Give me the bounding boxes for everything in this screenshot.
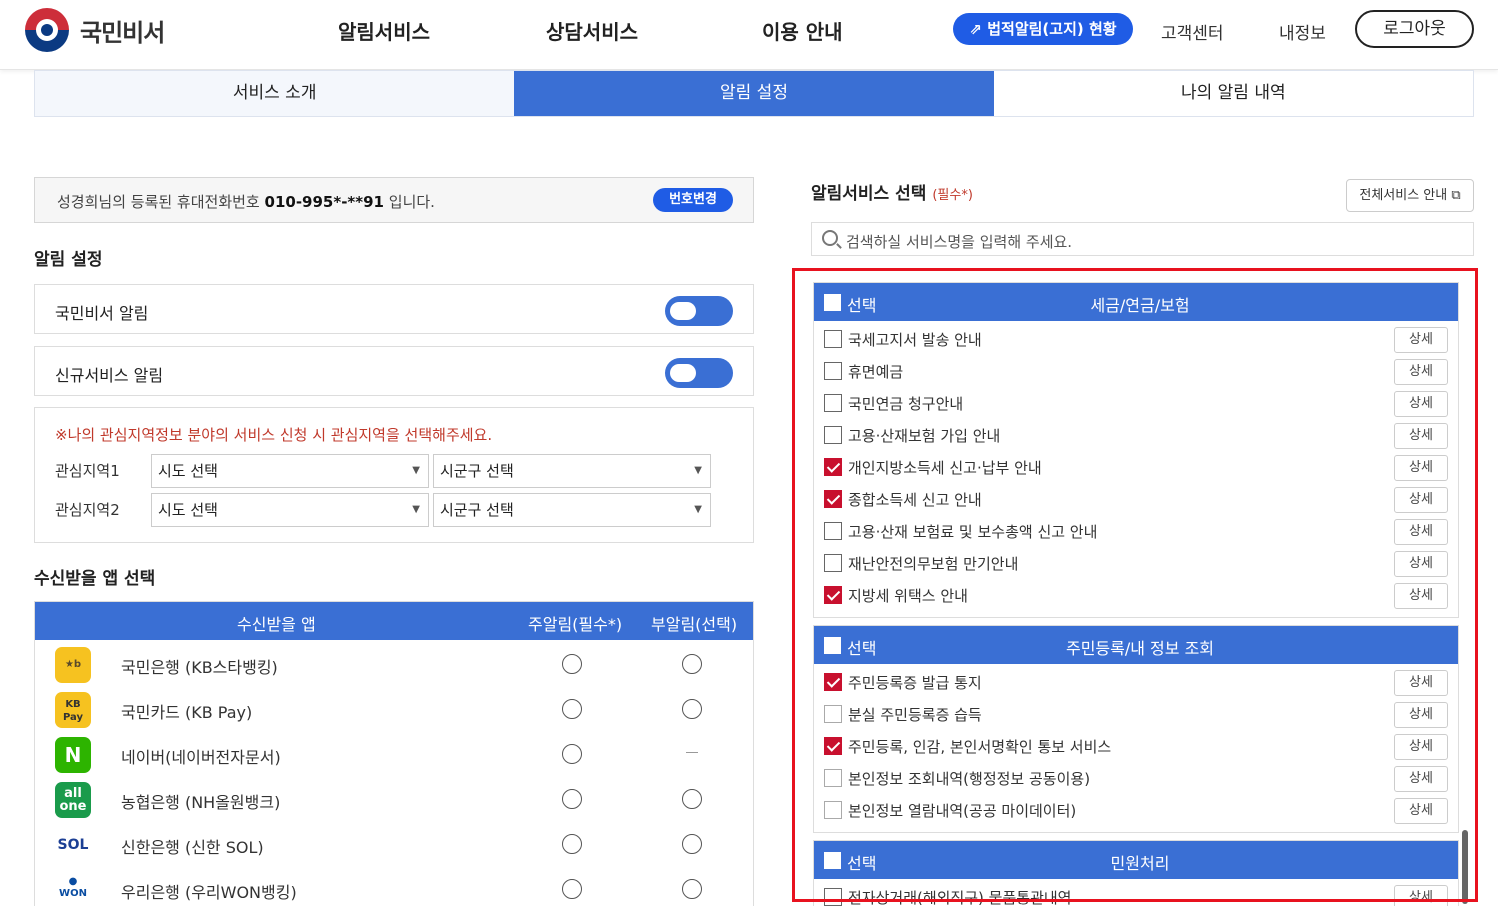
- top-header: 국민비서 알림서비스 상담서비스 이용 안내 ⇗ 법적알림(고지) 현황 고객센…: [0, 0, 1498, 70]
- naver-icon: N: [55, 737, 91, 773]
- tab-alarm-setting[interactable]: 알림 설정: [514, 71, 994, 116]
- table-row: all one 농협은행 (NH올원뱅크): [35, 777, 753, 822]
- app-name: 농협은행 (NH올원뱅크): [121, 793, 281, 812]
- app-name: 국민은행 (KB스타뱅킹): [121, 658, 278, 677]
- sub-alarm-radio[interactable]: [682, 834, 702, 854]
- nav-notification-service[interactable]: 알림서비스: [338, 16, 430, 45]
- app-table: 수신받을 앱 주알림(필수*) 부알림(선택) ★b 국민은행 (KB스타뱅킹)…: [34, 601, 754, 906]
- sigungu-select-2[interactable]: 시군구 선택 ▼: [433, 493, 711, 527]
- region-label-2: 관심지역2: [55, 501, 120, 519]
- sigungu-select-1[interactable]: 시군구 선택 ▼: [433, 454, 711, 488]
- chevron-down-icon: ▼: [412, 465, 420, 476]
- region-note: ※나의 관심지역정보 분야의 서비스 신청 시 관심지역을 선택해주세요.: [55, 426, 493, 444]
- sub-alarm-radio[interactable]: [682, 789, 702, 809]
- main-alarm-radio[interactable]: [562, 654, 582, 674]
- main-alarm-radio[interactable]: [562, 744, 582, 764]
- main-alarm-radio[interactable]: [562, 789, 582, 809]
- col-sub-alarm: 부알림(선택): [651, 615, 738, 634]
- table-row: ● WON 우리은행 (우리WON뱅킹): [35, 867, 753, 906]
- toggle-row-new-service: 신규서비스 알림: [34, 346, 754, 396]
- sido-select-2[interactable]: 시도 선택 ▼: [151, 493, 429, 527]
- chevron-down-icon: ▼: [694, 465, 702, 476]
- table-row: SOL 신한은행 (신한 SOL): [35, 822, 753, 867]
- logout-button[interactable]: 로그아웃: [1355, 10, 1474, 48]
- main-alarm-radio[interactable]: [562, 879, 582, 899]
- app-table-header: 수신받을 앱 주알림(필수*) 부알림(선택): [35, 602, 753, 640]
- sub-tabs: 서비스 소개 알림 설정 나의 알림 내역: [34, 70, 1474, 117]
- shinhan-sol-icon: SOL: [55, 827, 91, 863]
- table-row: N 네이버(네이버전자문서): [35, 732, 753, 777]
- sub-alarm-radio[interactable]: [682, 699, 702, 719]
- kukmin-alarm-switch[interactable]: [665, 296, 733, 326]
- table-row: ★b 국민은행 (KB스타뱅킹): [35, 642, 753, 687]
- kb-star-icon: ★b: [55, 647, 91, 683]
- region-label-1: 관심지역1: [55, 462, 120, 480]
- sub-alarm-radio[interactable]: [682, 879, 702, 899]
- tab-my-alarm-history[interactable]: 나의 알림 내역: [993, 71, 1473, 116]
- col-main-alarm: 주알림(필수*): [528, 615, 623, 634]
- sido-select-1[interactable]: 시도 선택 ▼: [151, 454, 429, 488]
- main-alarm-radio[interactable]: [562, 699, 582, 719]
- change-number-button[interactable]: 번호변경: [653, 188, 733, 212]
- nh-allone-icon: all one: [55, 782, 91, 818]
- col-app: 수신받을 앱: [237, 615, 316, 634]
- search-placeholder: 검색하실 서비스명을 입력해 주세요.: [846, 233, 1073, 251]
- phone-number: 010-995*-**91: [264, 193, 384, 211]
- customer-center-link[interactable]: 고객센터: [1161, 19, 1224, 44]
- tab-service-intro[interactable]: 서비스 소개: [35, 71, 515, 116]
- app-name: 국민카드 (KB Pay): [121, 703, 253, 722]
- service-search-input[interactable]: 검색하실 서비스명을 입력해 주세요.: [811, 222, 1474, 256]
- chevron-down-icon: ▼: [412, 504, 420, 515]
- new-service-alarm-switch[interactable]: [665, 358, 733, 388]
- toggle-label: 국민비서 알림: [55, 304, 149, 323]
- toggle-row-kukmin: 국민비서 알림: [34, 284, 754, 334]
- app-name: 우리은행 (우리WON뱅킹): [121, 883, 297, 902]
- search-icon: [822, 230, 838, 246]
- my-info-link[interactable]: 내정보: [1279, 19, 1326, 44]
- app-name: 신한은행 (신한 SOL): [121, 838, 264, 857]
- chevron-down-icon: ▼: [694, 504, 702, 515]
- taegeuk-logo-icon[interactable]: [25, 8, 69, 52]
- app-select-title: 수신받을 앱 선택: [34, 569, 156, 589]
- kb-pay-icon: KB Pay: [55, 692, 91, 728]
- all-service-guide-button[interactable]: 전체서비스 안내 ⧉: [1346, 179, 1474, 212]
- sub-alarm-radio[interactable]: [682, 654, 702, 674]
- table-row: KB Pay 국민카드 (KB Pay): [35, 687, 753, 732]
- app-name: 네이버(네이버전자문서): [121, 748, 281, 767]
- no-sub-alarm-dash: [686, 752, 698, 753]
- service-select-title: 알림서비스 선택 (필수*): [811, 184, 973, 204]
- phone-info-text: 성경희님의 등록된 휴대전화번호 010-995*-**91 입니다.: [57, 193, 435, 211]
- toggle-label: 신규서비스 알림: [55, 366, 164, 385]
- nav-consult-service[interactable]: 상담서비스: [546, 16, 638, 45]
- nav-usage-guide[interactable]: 이용 안내: [762, 16, 843, 45]
- alarm-setting-title: 알림 설정: [34, 250, 103, 270]
- legal-notice-button[interactable]: ⇗ 법적알림(고지) 현황: [953, 13, 1133, 45]
- logo-text[interactable]: 국민비서: [80, 13, 165, 48]
- woori-won-icon: ● WON: [55, 872, 91, 906]
- main-alarm-radio[interactable]: [562, 834, 582, 854]
- highlight-frame: [792, 268, 1478, 902]
- phone-info-box: 성경희님의 등록된 휴대전화번호 010-995*-**91 입니다. 번호변경: [34, 177, 754, 223]
- region-box: ※나의 관심지역정보 분야의 서비스 신청 시 관심지역을 선택해주세요. 관심…: [34, 407, 754, 543]
